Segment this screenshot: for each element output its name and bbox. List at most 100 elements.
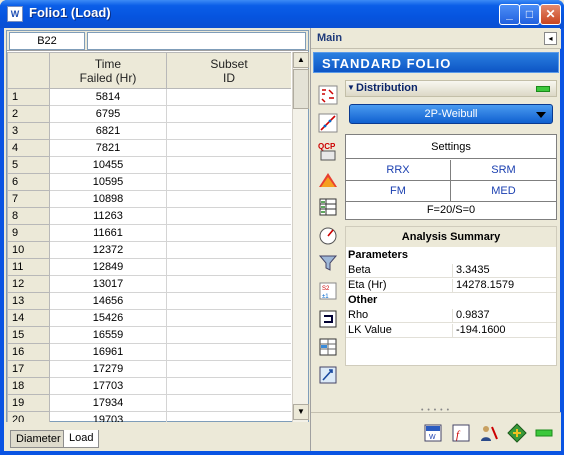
- plot-line-icon[interactable]: [317, 112, 339, 134]
- table-row[interactable]: 4 7821: [7, 139, 291, 157]
- time-failed-cell[interactable]: 17279: [49, 360, 167, 378]
- table-row[interactable]: 15 16559: [7, 326, 291, 344]
- table-row[interactable]: 8 11263: [7, 207, 291, 225]
- row-number[interactable]: 1: [7, 88, 50, 106]
- row-number[interactable]: 10: [7, 241, 50, 259]
- row-number-header[interactable]: [7, 52, 50, 89]
- probability-plot-icon[interactable]: [317, 84, 339, 106]
- row-number[interactable]: 15: [7, 326, 50, 344]
- report-grid-icon[interactable]: [317, 336, 339, 358]
- subset-id-cell[interactable]: [166, 411, 291, 422]
- wizard-icon[interactable]: [317, 364, 339, 386]
- vertical-scrollbar[interactable]: ▲ ▼: [292, 52, 309, 422]
- calculate-icon[interactable]: [507, 423, 527, 443]
- table-row[interactable]: 7 10898: [7, 190, 291, 208]
- table-row[interactable]: 19 17934: [7, 394, 291, 412]
- time-failed-cell[interactable]: 12849: [49, 258, 167, 276]
- sort-icon[interactable]: S2±1: [317, 280, 339, 302]
- triangle-chart-icon[interactable]: [317, 168, 339, 190]
- subset-id-cell[interactable]: [166, 156, 291, 174]
- subset-id-cell[interactable]: [166, 190, 291, 208]
- row-number[interactable]: 3: [7, 122, 50, 140]
- time-failed-cell[interactable]: 16559: [49, 326, 167, 344]
- time-failed-cell[interactable]: 10595: [49, 173, 167, 191]
- time-failed-cell[interactable]: 15426: [49, 309, 167, 327]
- row-number[interactable]: 18: [7, 377, 50, 395]
- folio-app-icon[interactable]: W: [7, 6, 23, 22]
- subset-id-cell[interactable]: [166, 139, 291, 157]
- row-number[interactable]: 8: [7, 207, 50, 225]
- row-number[interactable]: 13: [7, 292, 50, 310]
- subset-id-cell[interactable]: [166, 88, 291, 106]
- time-failed-cell[interactable]: 11263: [49, 207, 167, 225]
- batch-table-icon[interactable]: [317, 196, 339, 218]
- title-bar[interactable]: W Folio1 (Load) _ □ ✕: [0, 0, 564, 28]
- table-row[interactable]: 2 6795: [7, 105, 291, 123]
- table-row[interactable]: 5 10455: [7, 156, 291, 174]
- time-failed-cell[interactable]: 12372: [49, 241, 167, 259]
- collapse-panel-icon[interactable]: ◂: [544, 32, 557, 45]
- subset-id-cell[interactable]: [166, 360, 291, 378]
- subset-id-cell[interactable]: [166, 105, 291, 123]
- green-status-icon[interactable]: [534, 423, 554, 443]
- table-row[interactable]: 13 14656: [7, 292, 291, 310]
- row-number[interactable]: 20: [7, 411, 50, 422]
- minimize-button[interactable]: _: [499, 4, 520, 25]
- column-header-subset-id[interactable]: Subset ID: [166, 52, 291, 89]
- subset-id-cell[interactable]: [166, 309, 291, 327]
- row-number[interactable]: 11: [7, 258, 50, 276]
- sheet-tab-load[interactable]: Load: [63, 430, 100, 448]
- subset-id-cell[interactable]: [166, 377, 291, 395]
- srm-option[interactable]: SRM: [451, 160, 556, 181]
- subset-id-cell[interactable]: [166, 343, 291, 361]
- time-failed-cell[interactable]: 17703: [49, 377, 167, 395]
- row-number[interactable]: 12: [7, 275, 50, 293]
- time-failed-cell[interactable]: 19703: [49, 411, 167, 422]
- time-failed-cell[interactable]: 6821: [49, 122, 167, 140]
- subset-id-cell[interactable]: [166, 258, 291, 276]
- table-row[interactable]: 10 12372: [7, 241, 291, 259]
- time-failed-cell[interactable]: 17934: [49, 394, 167, 412]
- row-number[interactable]: 16: [7, 343, 50, 361]
- row-number[interactable]: 5: [7, 156, 50, 174]
- table-row[interactable]: 20 19703: [7, 411, 291, 422]
- user-tools-icon[interactable]: [479, 423, 499, 443]
- distribution-section-header[interactable]: ▼ Distribution: [345, 80, 557, 97]
- subset-id-cell[interactable]: [166, 241, 291, 259]
- time-failed-cell[interactable]: 5814: [49, 88, 167, 106]
- subset-id-cell[interactable]: [166, 173, 291, 191]
- subset-id-cell[interactable]: [166, 224, 291, 242]
- row-number[interactable]: 7: [7, 190, 50, 208]
- row-number[interactable]: 4: [7, 139, 50, 157]
- subset-id-cell[interactable]: [166, 292, 291, 310]
- time-failed-cell[interactable]: 14656: [49, 292, 167, 310]
- subset-id-cell[interactable]: [166, 122, 291, 140]
- distribution-select[interactable]: 2P-Weibull: [349, 104, 553, 124]
- time-failed-cell[interactable]: 10455: [49, 156, 167, 174]
- time-failed-cell[interactable]: 11661: [49, 224, 167, 242]
- table-row[interactable]: 18 17703: [7, 377, 291, 395]
- row-number[interactable]: 6: [7, 173, 50, 191]
- fm-option[interactable]: FM: [346, 181, 451, 202]
- table-row[interactable]: 14 15426: [7, 309, 291, 327]
- time-failed-cell[interactable]: 13017: [49, 275, 167, 293]
- word-report-icon[interactable]: W: [423, 423, 443, 443]
- time-failed-cell[interactable]: 16961: [49, 343, 167, 361]
- row-number[interactable]: 19: [7, 394, 50, 412]
- table-row[interactable]: 9 11661: [7, 224, 291, 242]
- table-row[interactable]: 17 17279: [7, 360, 291, 378]
- time-failed-cell[interactable]: 7821: [49, 139, 167, 157]
- time-failed-cell[interactable]: 6795: [49, 105, 167, 123]
- close-button[interactable]: ✕: [540, 4, 561, 25]
- table-row[interactable]: 12 13017: [7, 275, 291, 293]
- row-number[interactable]: 17: [7, 360, 50, 378]
- column-header-time-failed[interactable]: Time Failed (Hr): [49, 52, 167, 89]
- subset-id-cell[interactable]: [166, 394, 291, 412]
- rrx-option[interactable]: RRX: [346, 160, 451, 181]
- row-number[interactable]: 9: [7, 224, 50, 242]
- transfer-icon[interactable]: [317, 308, 339, 330]
- table-row[interactable]: 16 16961: [7, 343, 291, 361]
- table-row[interactable]: 11 12849: [7, 258, 291, 276]
- function-wizard-icon[interactable]: f: [451, 423, 471, 443]
- qcp-calculator-icon[interactable]: QCP: [317, 140, 339, 162]
